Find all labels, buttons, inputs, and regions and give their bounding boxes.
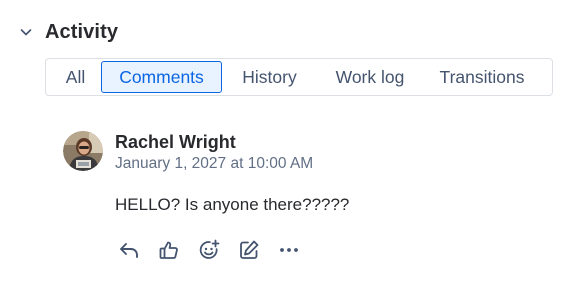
section-title: Activity: [45, 20, 119, 43]
chevron-down-icon[interactable]: [14, 20, 38, 44]
comment-timestamp: January 1, 2027 at 10:00 AM: [115, 155, 314, 172]
like-icon[interactable]: [156, 237, 182, 263]
comment-actions: [116, 237, 316, 263]
edit-icon[interactable]: [236, 237, 262, 263]
avatar[interactable]: [63, 131, 103, 171]
activity-tabs: All Comments History Work log Transition…: [45, 58, 553, 96]
activity-header: Activity: [14, 18, 118, 46]
tab-work-log[interactable]: Work log: [317, 61, 423, 93]
comment-author[interactable]: Rachel Wright: [115, 132, 236, 153]
more-icon[interactable]: [276, 237, 302, 263]
tab-comments[interactable]: Comments: [101, 61, 222, 93]
add-reaction-icon[interactable]: [196, 237, 222, 263]
tab-history[interactable]: History: [222, 61, 317, 93]
tab-transitions[interactable]: Transitions: [423, 61, 541, 93]
tab-all[interactable]: All: [50, 61, 101, 93]
reply-icon[interactable]: [116, 237, 142, 263]
comment-body: HELLO? Is anyone there?????: [115, 195, 350, 214]
